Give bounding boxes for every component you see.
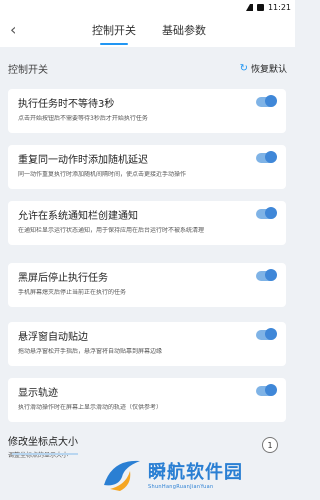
tab-bar: 控制开关 基础参数 bbox=[92, 14, 206, 47]
setting-card-float-snap: 悬浮窗自动贴边 拖动悬浮窗松开手指后，悬浮窗将自动贴靠到屏幕边缘 bbox=[8, 322, 286, 366]
setting-card-no-wait: 执行任务时不等待3秒 点击开始按钮后不需要等待3秒后才开始执行任务 bbox=[8, 89, 286, 133]
setting-description: 在通知栏显示运行状态通知，用于保持应用在后台运行时不被系统清理 bbox=[18, 227, 205, 234]
restore-label: 恢复默认 bbox=[250, 64, 287, 75]
setting-label: 黑屏后停止执行任务 bbox=[18, 272, 108, 284]
size-value: 1 bbox=[262, 437, 278, 453]
section-header: 控制开关 ↻ 恢复默认 bbox=[0, 55, 295, 81]
setting-description: 拖动悬浮窗松开手指后，悬浮窗将自动贴靠到屏幕边缘 bbox=[18, 348, 163, 355]
battery-icon bbox=[256, 3, 264, 11]
section-title: 控制开关 bbox=[8, 64, 48, 76]
watermark: 瞬航软件园 ShunHangRuanJianYuan bbox=[100, 455, 243, 493]
watermark-logo-icon bbox=[104, 460, 140, 491]
setting-label: 执行任务时不等待3秒 bbox=[18, 98, 115, 110]
status-bar: 11:21 bbox=[0, 0, 295, 14]
tab-basic-params[interactable]: 基础参数 bbox=[162, 14, 206, 47]
back-icon[interactable]: ‹ bbox=[10, 20, 30, 40]
setting-label: 重复同一动作时添加随机延迟 bbox=[18, 154, 148, 166]
toggle-switch[interactable] bbox=[256, 384, 277, 396]
setting-description: 点击开始按钮后不需要等待3秒后才开始执行任务 bbox=[18, 115, 148, 122]
setting-label: 悬浮窗自动贴边 bbox=[18, 331, 88, 343]
setting-card-show-trail: 显示轨迹 执行滑动操作时在屏幕上显示滑动的轨迹（仅供参考） bbox=[8, 378, 286, 422]
setting-description: 同一动作重复执行时添加随机间隔时间，使点击更接近手动操作 bbox=[18, 171, 187, 178]
size-slider[interactable] bbox=[12, 453, 78, 455]
setting-card-random-delay: 重复同一动作时添加随机延迟 同一动作重复执行时添加随机间隔时间，使点击更接近手动… bbox=[8, 145, 286, 189]
setting-description: 手机屏幕熄灭后停止当前正在执行的任务 bbox=[18, 289, 127, 296]
setting-label: 显示轨迹 bbox=[18, 387, 58, 399]
toggle-switch[interactable] bbox=[256, 328, 277, 340]
toggle-switch[interactable] bbox=[256, 95, 277, 107]
restore-default-button[interactable]: ↻ 恢复默认 bbox=[240, 62, 287, 75]
toggle-switch[interactable] bbox=[256, 207, 277, 219]
setting-label: 允许在系统通知栏创建通知 bbox=[18, 210, 138, 222]
top-bar: ‹ 控制开关 基础参数 bbox=[0, 14, 295, 47]
setting-description: 执行滑动操作时在屏幕上显示滑动的轨迹（仅供参考） bbox=[18, 404, 163, 411]
tab-control-switches[interactable]: 控制开关 bbox=[92, 14, 136, 47]
setting-card-notification: 允许在系统通知栏创建通知 在通知栏显示运行状态通知，用于保持应用在后台运行时不被… bbox=[8, 201, 286, 245]
toggle-switch[interactable] bbox=[256, 269, 277, 281]
setting-label: 修改坐标点大小 bbox=[8, 437, 78, 448]
watermark-subtext: ShunHangRuanJianYuan bbox=[148, 484, 214, 490]
status-time: 11:21 bbox=[267, 2, 291, 12]
setting-card-screen-off-stop: 黑屏后停止执行任务 手机屏幕熄灭后停止当前正在执行的任务 bbox=[8, 263, 286, 307]
signal-icon bbox=[245, 3, 253, 11]
watermark-text: 瞬航软件园 bbox=[148, 462, 243, 483]
refresh-icon: ↻ bbox=[239, 62, 248, 74]
toggle-switch[interactable] bbox=[256, 151, 277, 163]
